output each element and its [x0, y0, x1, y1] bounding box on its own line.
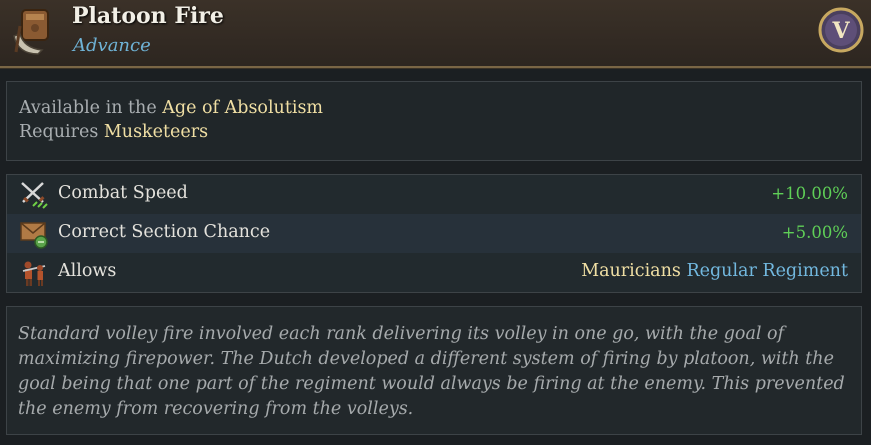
unit-link[interactable]: Regular Regiment [686, 261, 848, 281]
tooltip-header: Platoon Fire Advance V [0, 0, 871, 68]
age-name: Age of Absolutism [162, 98, 324, 118]
effect-row-combat-speed: Combat Speed +10.00% [7, 175, 861, 214]
section-chance-icon [20, 222, 48, 249]
description-text: Standard volley fire involved each rank … [18, 324, 845, 419]
effect-label: Combat Speed [58, 183, 188, 203]
effect-value: +10.00% [771, 184, 848, 203]
era-badge-label: V [831, 18, 850, 44]
effects-list: Combat Speed +10.00% Correct Section Cha… [6, 174, 862, 293]
tooltip-subtitle: Advance [73, 35, 151, 56]
effect-row-allows: Allows Mauricians Regular Regiment [7, 253, 861, 292]
requires-prefix: Requires [19, 122, 99, 142]
availability-line: Available in the Age of Absolutism [19, 98, 323, 118]
musketeer-equipment-icon [13, 9, 49, 55]
availability-panel: Available in the Age of Absolutism Requi… [6, 81, 862, 161]
available-prefix: Available in the [19, 98, 157, 118]
era-badge-icon: V [818, 7, 864, 53]
effect-value: +5.00% [781, 223, 848, 242]
civilization-name: Mauricians [581, 261, 681, 281]
description-panel: Standard volley fire involved each rank … [6, 306, 862, 435]
crossed-swords-speed-icon [21, 182, 48, 209]
musketeer-unit-icon [22, 261, 46, 286]
effect-label: Allows [58, 261, 117, 281]
effect-row-section-chance: Correct Section Chance +5.00% [7, 214, 861, 253]
effect-label: Correct Section Chance [58, 222, 271, 242]
allowed-unit[interactable]: Mauricians Regular Regiment [581, 261, 848, 281]
requirement-line: Requires Musketeers [19, 122, 208, 142]
requirement-name: Musketeers [103, 122, 209, 142]
tooltip-title: Platoon Fire [72, 3, 224, 29]
